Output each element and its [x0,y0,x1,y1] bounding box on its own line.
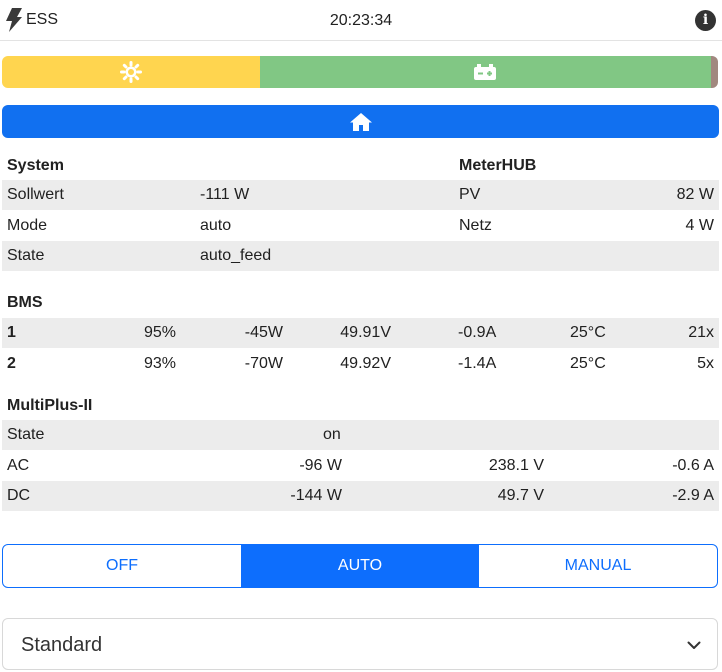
battery-segment [259,56,711,88]
system-value: -111 W [200,186,250,203]
bms-row-2: 2 93% -70W 49.92V -1.4A 25°C 5x [2,349,719,379]
bms-heading: BMS [7,294,43,311]
mode-auto-button[interactable]: AUTO [241,545,479,587]
bms-soc: 95% [143,324,176,341]
meterhub-value: 82 W [676,186,714,203]
multiplus-label: State [7,426,45,443]
bms-power: -70W [244,355,283,372]
system-label: State [7,247,45,264]
system-label: Mode [7,217,48,234]
multiplus-label: AC [7,457,30,474]
power-distribution-bar [2,56,718,88]
meterhub-value: 4 W [685,217,714,234]
multiplus-ac-current: -0.6 A [672,457,714,474]
multiplus-ac-voltage: 238.1 V [488,457,544,474]
system-row-sollwert: Sollwert -111 W PV 82 W [2,180,719,210]
clock: 20:23:34 [329,12,393,29]
chevron-down-icon [687,641,701,649]
bms-voltage: 49.91V [340,324,391,341]
bms-cycles: 21x [688,324,714,341]
bms-voltage: 49.92V [340,355,391,372]
bms-temperature: 25°C [570,324,606,341]
bms-current: -1.4A [458,355,497,372]
multiplus-label: DC [7,487,31,504]
multiplus-row-dc: DC -144 W 49.7 V -2.9 A [2,481,719,511]
info-icon[interactable]: i [695,10,716,31]
home-icon [349,112,372,131]
bms-power: -45W [244,324,283,341]
bms-row-1: 1 95% -45W 49.91V -0.9A 25°C 21x [2,318,719,348]
meterhub-label: Netz [459,217,492,234]
multiplus-dc-power: -144 W [290,487,342,504]
multiplus-state-value: on [323,426,341,443]
bms-id: 2 [7,355,16,372]
mode-toggle-group: OFF AUTO MANUAL [2,544,718,588]
meterhub-label: PV [459,186,481,203]
system-value: auto [200,217,232,234]
bms-current: -0.9A [458,324,497,341]
multiplus-heading: MultiPlus-II [7,397,93,414]
mode-manual-button[interactable]: MANUAL [479,545,717,587]
system-value: auto_feed [200,247,272,264]
multiplus-row-ac: AC -96 W 238.1 V -0.6 A [2,451,719,481]
battery-icon [474,64,497,80]
system-row-state: State auto_feed [2,241,719,271]
bms-soc: 93% [143,355,176,372]
multiplus-dc-current: -2.9 A [672,487,714,504]
system-label: Sollwert [7,186,64,203]
meterhub-heading: MeterHUB [459,157,537,174]
top-bar: ESS 20:23:34 i [0,0,722,41]
multiplus-row-state: State on [2,420,719,450]
bms-temperature: 25°C [570,355,606,372]
profile-selected-value: Standard [21,634,103,656]
solar-segment [2,56,260,88]
multiplus-ac-power: -96 W [299,457,342,474]
profile-select[interactable]: Standard [2,618,718,670]
mode-off-button[interactable]: OFF [3,545,241,587]
multiplus-dc-voltage: 49.7 V [497,487,544,504]
system-row-mode: Mode auto Netz 4 W [2,211,719,241]
grid-segment [710,56,718,88]
sun-icon [119,61,142,83]
bms-cycles: 5x [697,355,714,372]
bms-id: 1 [7,324,16,341]
home-button[interactable] [2,105,719,138]
system-heading: System [7,157,64,174]
